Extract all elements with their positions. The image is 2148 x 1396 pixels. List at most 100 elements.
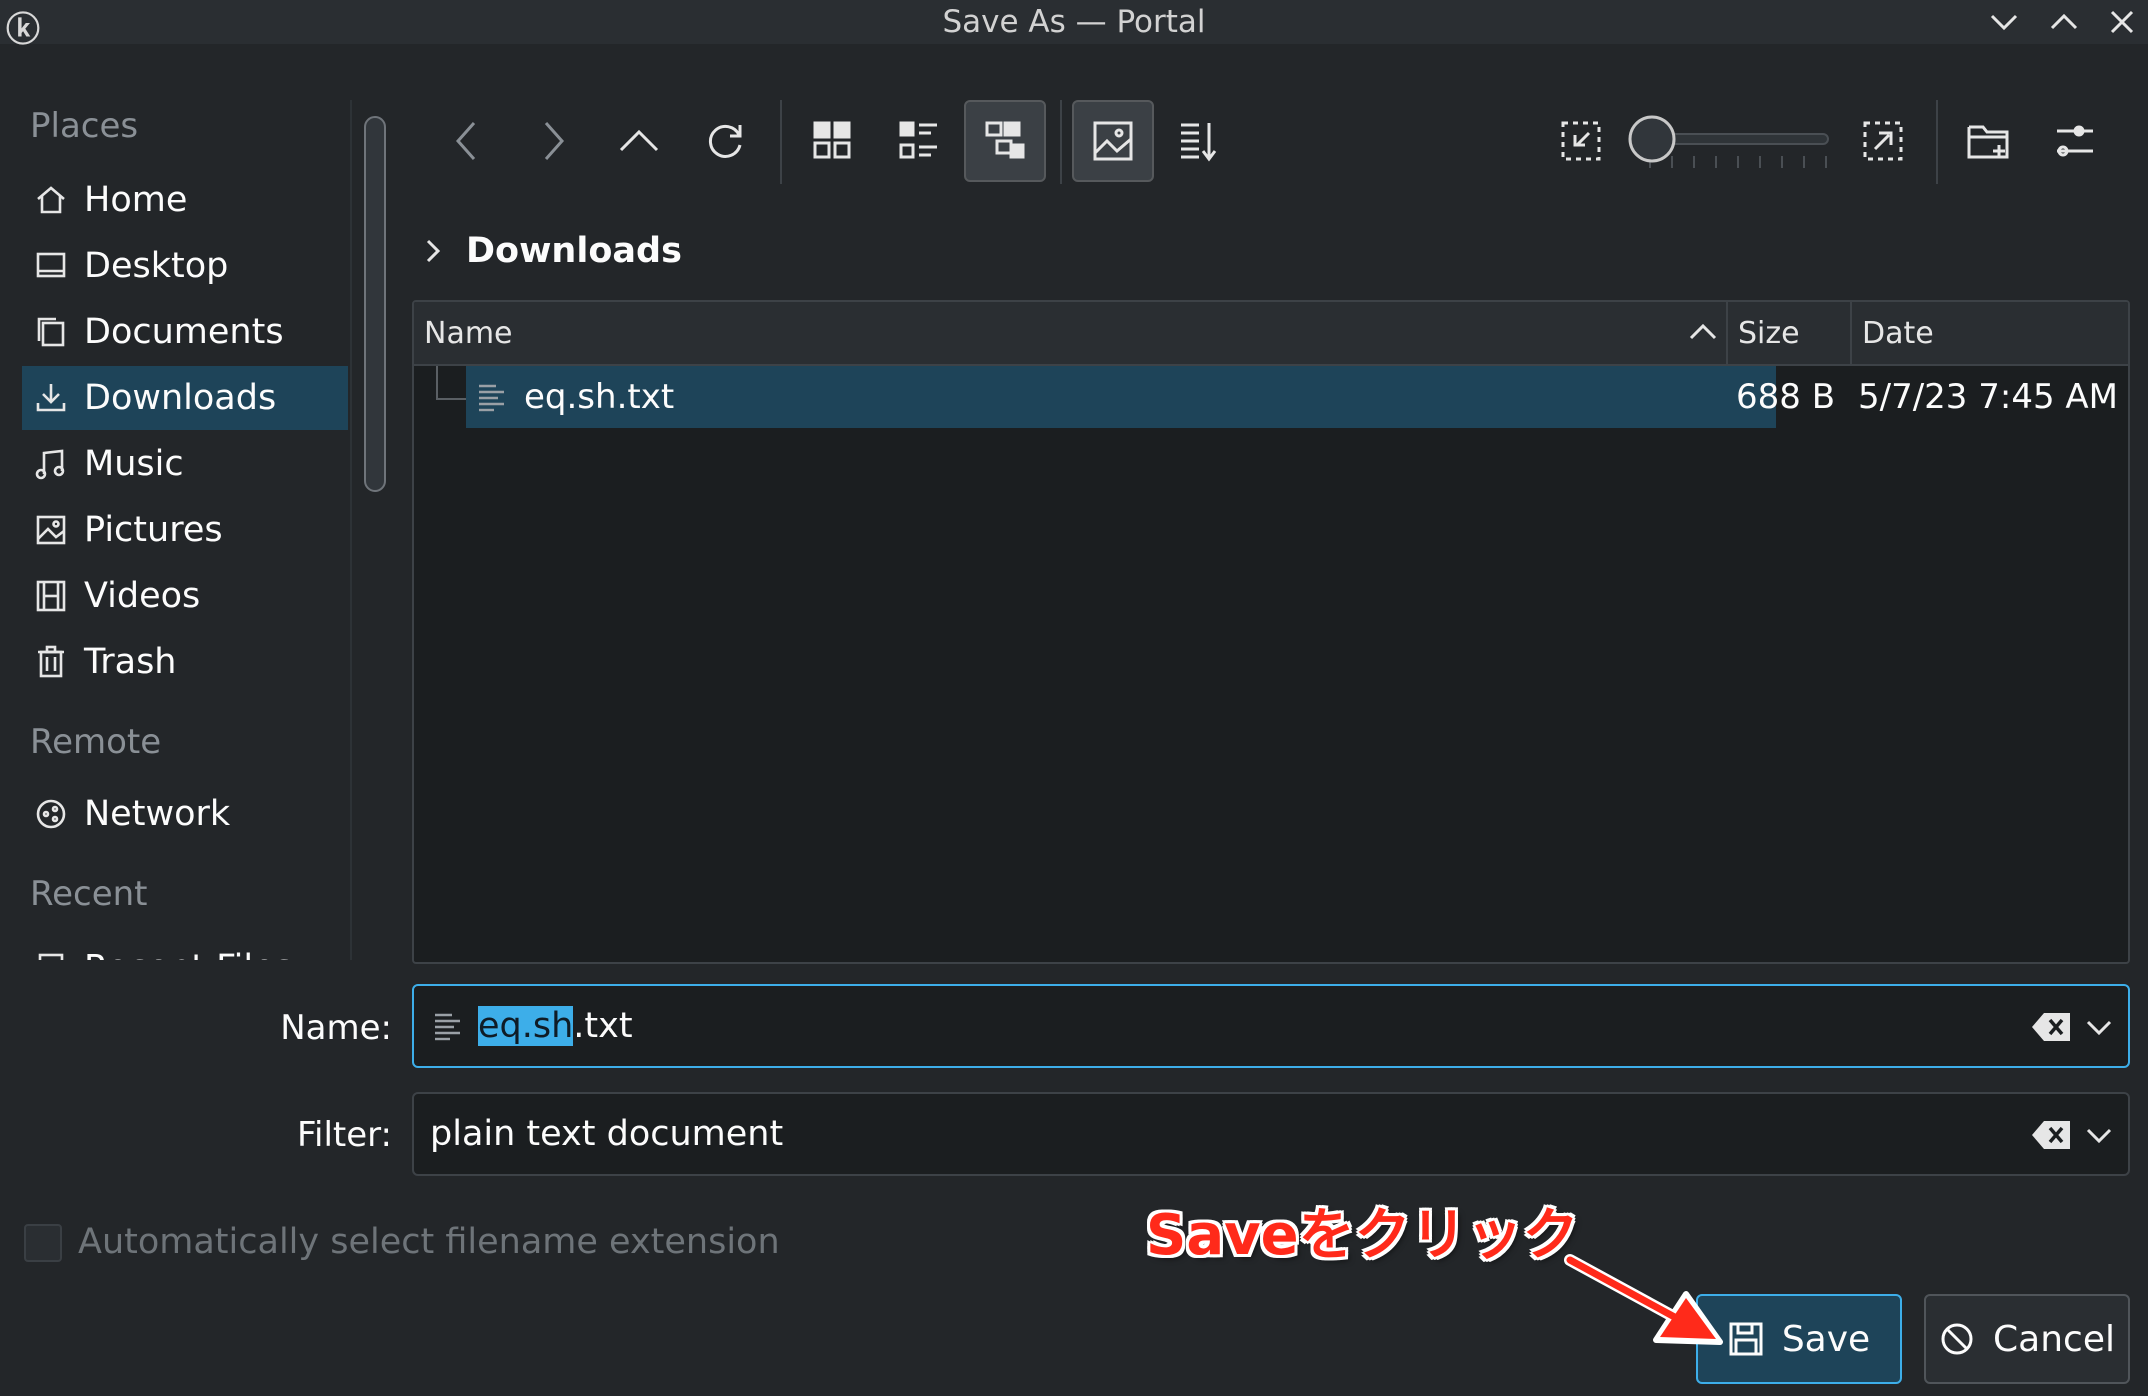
chevron-right-icon[interactable] xyxy=(420,233,448,269)
name-label: Name: xyxy=(280,1008,392,1048)
cancel-button-label: Cancel xyxy=(1993,1318,2115,1360)
save-button-label: Save xyxy=(1781,1318,1871,1360)
toolbar-separator xyxy=(1060,100,1062,184)
file-name: eq.sh.txt xyxy=(524,377,675,417)
sort-icon xyxy=(1181,123,1217,162)
compact-view-button[interactable] xyxy=(878,100,960,182)
chevron-down-icon[interactable] xyxy=(2084,1012,2114,1042)
text-file-icon xyxy=(435,1013,460,1041)
sidebar-item-music[interactable]: Music xyxy=(22,432,348,496)
sidebar-item-network[interactable]: Network xyxy=(22,782,348,846)
clear-text-icon[interactable] xyxy=(2030,1010,2074,1044)
close-icon[interactable] xyxy=(2102,4,2142,40)
table-header: Name Size Date xyxy=(414,302,2128,366)
downloads-icon xyxy=(36,384,66,412)
sidebar-item-documents[interactable]: Documents xyxy=(22,300,348,364)
tree-view-icon xyxy=(985,121,1025,159)
documents-icon xyxy=(37,317,65,347)
auto-extension-checkbox[interactable] xyxy=(24,1224,62,1262)
file-size: 688 B xyxy=(1736,377,1836,417)
sidebar-item-label: Desktop xyxy=(84,246,229,286)
sidebar-item-pictures[interactable]: Pictures xyxy=(22,498,348,562)
minimize-icon[interactable] xyxy=(1984,4,2024,40)
filter-combobox[interactable]: plain text document xyxy=(412,1092,2130,1176)
zoom-in-button[interactable] xyxy=(1842,100,1924,182)
sidebar-item-recent-files[interactable]: Recent Files xyxy=(22,936,348,960)
pictures-icon xyxy=(36,515,66,545)
filter-input[interactable]: plain text document xyxy=(430,1114,783,1154)
breadcrumb[interactable]: Downloads xyxy=(420,226,682,276)
icon-view-button[interactable] xyxy=(792,100,874,182)
forward-button[interactable] xyxy=(512,100,594,182)
column-header-name[interactable]: Name xyxy=(414,302,1724,364)
column-header-size[interactable]: Size xyxy=(1728,302,1850,364)
back-icon xyxy=(455,122,476,160)
sidebar-item-home[interactable]: Home xyxy=(22,168,348,232)
sidebar-divider xyxy=(350,100,352,960)
reload-button[interactable] xyxy=(684,100,766,182)
compact-view-icon xyxy=(899,121,937,159)
breadcrumb-current[interactable]: Downloads xyxy=(466,231,682,271)
name-input-rest: .txt xyxy=(573,1006,633,1046)
column-header-date[interactable]: Date xyxy=(1852,302,2128,364)
section-title-remote: Remote xyxy=(30,722,162,762)
desktop-icon xyxy=(36,252,66,278)
name-combobox[interactable]: eq.sh.txt xyxy=(412,984,2130,1068)
preview-button[interactable] xyxy=(1072,100,1154,182)
music-icon xyxy=(35,449,65,480)
preview-icon xyxy=(1093,121,1133,161)
sidebar-item-label: Home xyxy=(84,180,188,220)
zoom-out-button[interactable] xyxy=(1540,100,1622,182)
new-folder-button[interactable] xyxy=(1948,100,2030,182)
auto-extension-label[interactable]: Automatically select filename extension xyxy=(78,1222,780,1262)
section-title-places: Places xyxy=(30,106,139,146)
videos-icon xyxy=(36,580,66,612)
filter-label: Filter: xyxy=(296,1115,392,1155)
up-button[interactable] xyxy=(598,100,680,182)
zoom-slider[interactable] xyxy=(1628,112,1838,172)
table-row[interactable]: eq.sh.txt 688 B 5/7/23 7:45 AM xyxy=(414,366,2128,428)
name-input[interactable]: eq.sh.txt xyxy=(478,1006,633,1046)
recent-files-icon xyxy=(38,953,64,960)
toolbar-separator xyxy=(780,100,782,184)
trash-icon xyxy=(38,645,64,678)
section-title-recent: Recent xyxy=(30,874,148,914)
sidebar-item-label: Documents xyxy=(84,312,284,352)
sidebar-item-videos[interactable]: Videos xyxy=(22,564,348,628)
back-button[interactable] xyxy=(426,100,508,182)
sidebar-item-downloads[interactable]: Downloads xyxy=(22,366,348,430)
sidebar-recent-clip: Recent Files xyxy=(0,936,350,960)
cancel-button[interactable]: Cancel xyxy=(1924,1294,2130,1384)
sidebar-item-desktop[interactable]: Desktop xyxy=(22,234,348,298)
new-folder-icon xyxy=(1967,125,2009,159)
zoom-in-icon xyxy=(1863,121,1903,161)
sidebar-item-trash[interactable]: Trash xyxy=(22,630,348,694)
maximize-icon[interactable] xyxy=(2044,4,2084,40)
cancel-icon xyxy=(1941,1323,1973,1355)
options-icon xyxy=(2057,125,2093,157)
tree-view-button[interactable] xyxy=(964,100,1046,182)
text-file-icon xyxy=(479,384,504,412)
sidebar-item-label: Network xyxy=(84,794,231,834)
reload-icon xyxy=(708,124,742,158)
forward-icon xyxy=(544,122,565,160)
sidebar-item-label: Recent Files xyxy=(84,948,293,960)
name-input-selection: eq.sh xyxy=(478,1006,574,1046)
toolbar-separator xyxy=(1936,100,1938,184)
icon-view-icon xyxy=(813,121,851,159)
sidebar-item-label: Videos xyxy=(84,576,201,616)
sidebar-scrollbar[interactable] xyxy=(364,116,386,492)
sidebar-item-label: Trash xyxy=(84,642,177,682)
chevron-down-icon[interactable] xyxy=(2084,1120,2114,1150)
tree-branch-line xyxy=(436,366,466,400)
annotation-arrow-icon xyxy=(1564,1254,1723,1345)
file-list-view[interactable]: Name Size Date eq.sh.txt 688 B 5/7/23 7:… xyxy=(412,300,2130,964)
sort-ascending-icon xyxy=(1689,323,1717,340)
options-button[interactable] xyxy=(2034,100,2116,182)
window-title: Save As — Portal xyxy=(942,4,1206,40)
clear-text-icon[interactable] xyxy=(2030,1118,2074,1152)
annotation-text: Saveをクリック xyxy=(1146,1203,1579,1268)
sidebar-item-label: Music xyxy=(84,444,184,484)
sort-button[interactable] xyxy=(1158,100,1240,182)
network-icon xyxy=(36,799,66,829)
